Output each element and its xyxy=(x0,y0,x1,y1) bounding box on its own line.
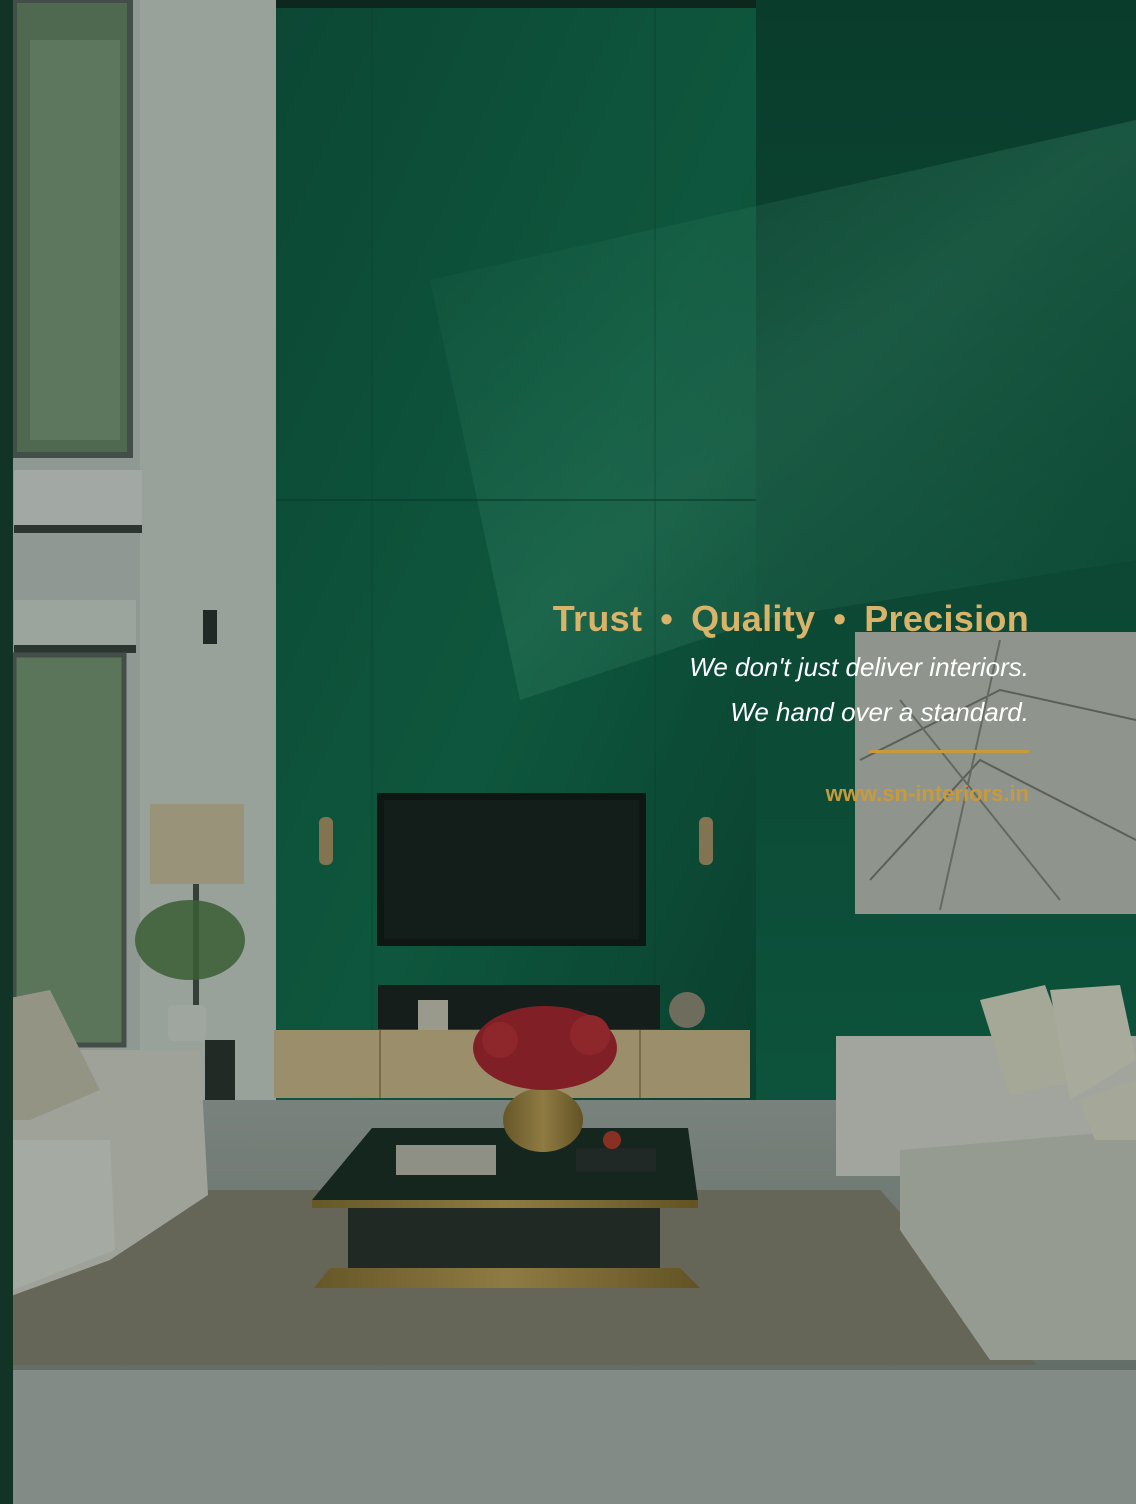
poster: Trust • Quality • Precision We don't just de… xyxy=(0,0,1136,1504)
website-link[interactable]: www.sn-interiors.in xyxy=(553,781,1029,807)
tagline: Trust • Quality • Precision xyxy=(553,598,1029,640)
tagline-word-quality: Quality xyxy=(691,598,816,639)
brand-copy-block: Trust • Quality • Precision We don't just de… xyxy=(553,598,1029,807)
tagline-separator: • xyxy=(833,598,847,639)
statement-line-2: We hand over a standard. xyxy=(730,697,1029,727)
tagline-separator: • xyxy=(660,598,674,639)
tagline-word-trust: Trust xyxy=(552,598,643,639)
statement-line-1: We don't just deliver interiors. xyxy=(689,652,1029,682)
tagline-word-precision: Precision xyxy=(864,598,1029,639)
gold-divider xyxy=(869,750,1029,753)
left-edge-strip xyxy=(0,0,13,1504)
